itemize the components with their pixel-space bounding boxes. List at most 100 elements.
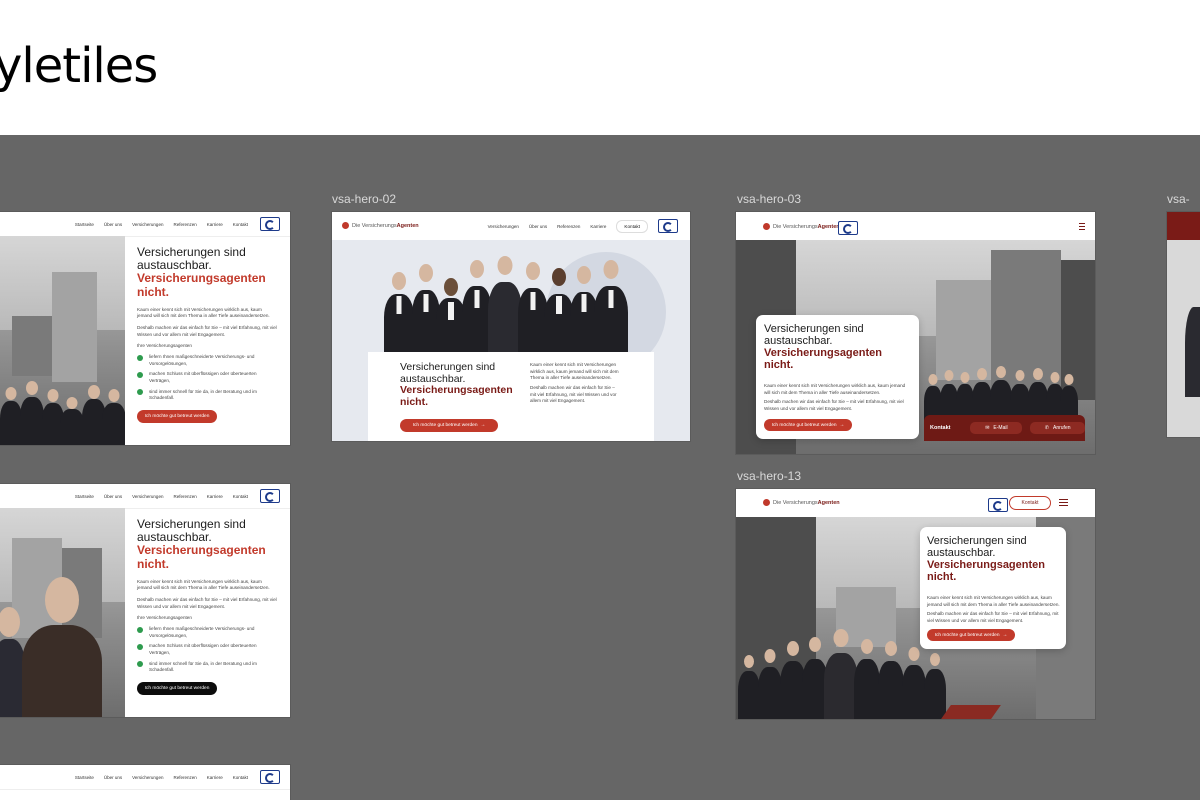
nav-startseite[interactable]: Startseite xyxy=(75,222,94,227)
nav-karriere[interactable]: Karriere xyxy=(207,222,223,227)
brand-logo[interactable]: Die Versicherungs Agenten xyxy=(342,222,419,229)
frame-vsa-hero-13[interactable]: Die Versicherungs Agenten Kontakt Versic… xyxy=(736,489,1095,719)
hero-accent: nicht. xyxy=(400,395,428,408)
top-nav xyxy=(1167,212,1200,240)
mail-icon: ✉ xyxy=(985,425,990,431)
hero-photo xyxy=(0,236,125,445)
person xyxy=(20,381,44,445)
email-button[interactable]: ✉ E-Mail xyxy=(970,422,1023,434)
hero-copy: Versicherungen sind austauschbar. Versic… xyxy=(137,245,277,423)
person xyxy=(102,389,125,445)
nav-versicherungen[interactable]: Versicherungen xyxy=(132,775,163,780)
cta-button[interactable]: Ich möchte gut betreut werden → xyxy=(764,419,852,431)
menu-icon[interactable] xyxy=(1059,499,1068,506)
person xyxy=(488,256,522,352)
contact-bar: Kontakt ✉ E-Mail ✆ Anrufen xyxy=(924,415,1085,441)
hero-body: Deshalb machen wir das einfach für Sie –… xyxy=(137,597,277,609)
list-item: sind immer schnell für Sie da, in der Be… xyxy=(137,389,277,402)
hero-body: Kaum einer kennt sich mit Versicherungen… xyxy=(764,383,906,395)
frame-label[interactable]: vsa-hero-02 xyxy=(332,192,396,206)
hero-accent: nicht. xyxy=(137,556,169,571)
cta-button[interactable]: Ich möchte gut betreut werden → xyxy=(400,419,498,432)
hero-accent: Versicherungsagenten xyxy=(400,384,513,397)
check-icon xyxy=(137,354,143,361)
nav-karriere[interactable]: Karriere xyxy=(207,775,223,780)
hero-accent: nicht. xyxy=(764,359,794,372)
nav-kontakt[interactable]: Kontakt xyxy=(233,775,248,780)
hero-body: Deshalb machen wir das einfach für Sie –… xyxy=(764,399,904,411)
nav-kontakt[interactable]: Kontakt xyxy=(233,494,248,499)
page-title: yletiles xyxy=(0,38,158,94)
top-nav: Startseite Über uns Versicherungen Refer… xyxy=(0,765,290,790)
check-icon xyxy=(137,371,143,378)
frame-vsa-hero-02[interactable]: Die Versicherungs Agenten Versicherungen … xyxy=(332,212,690,441)
hero-title: Versicherungen sind xyxy=(927,535,1027,547)
logo-icon xyxy=(763,499,770,506)
frame-vsa-hero-partial[interactable] xyxy=(1167,212,1200,437)
hero-card: Versicherungen sind austauschbar. Versic… xyxy=(920,527,1066,649)
person xyxy=(824,629,858,719)
nav-versicherungen[interactable]: Versicherungen xyxy=(132,222,163,227)
nav-ueber-uns[interactable]: Über uns xyxy=(104,222,122,227)
design-canvas[interactable]: Startseite Über uns Versicherungen Refer… xyxy=(0,135,1200,800)
kontakt-button[interactable]: Kontakt xyxy=(1009,496,1051,510)
nav-karriere[interactable]: Karriere xyxy=(590,224,606,229)
hero-accent: Versicherungsagenten xyxy=(764,347,882,360)
frame-hero-b[interactable]: Startseite Über uns Versicherungen Refer… xyxy=(0,484,290,717)
list-item: sind immer schnell für Sie da, in der Be… xyxy=(137,661,277,674)
list-item: machen Schluss mit überflüssigen oder üb… xyxy=(137,371,277,384)
hero-body: Deshalb machen wir das einfach für Sie –… xyxy=(927,611,1059,623)
hero-card: Versicherungen sind austauschbar. Versic… xyxy=(368,352,654,441)
hero-title: austauschbar. xyxy=(764,335,833,348)
nav-versicherungen[interactable]: Versicherungen xyxy=(488,224,519,229)
frame-vsa-hero-03[interactable]: Die Versicherungs Agenten Versicherungen… xyxy=(736,212,1095,454)
logo-icon[interactable] xyxy=(260,489,280,503)
nav-referenzen[interactable]: Referenzen xyxy=(557,224,580,229)
frame-hero-c[interactable]: Startseite Über uns Versicherungen Refer… xyxy=(0,765,290,800)
top-nav: Startseite Über uns Versicherungen Refer… xyxy=(0,484,290,509)
nav-ueber-uns[interactable]: Über uns xyxy=(529,224,547,229)
logo-icon[interactable] xyxy=(260,770,280,784)
person xyxy=(60,397,84,445)
nav-ueber-uns[interactable]: Über uns xyxy=(104,494,122,499)
hero-title: Versicherungen sind xyxy=(400,361,496,373)
nav-karriere[interactable]: Karriere xyxy=(207,494,223,499)
cta-button[interactable]: Ich möchte gut betreut werden xyxy=(137,681,217,695)
cta-button[interactable]: Ich möchte gut betreut werden → xyxy=(927,629,1015,641)
arrow-right-icon: → xyxy=(839,422,845,428)
nav-startseite[interactable]: Startseite xyxy=(75,494,94,499)
frame-label[interactable]: vsa- xyxy=(1167,192,1190,206)
brand-logo[interactable]: Die Versicherungs Agenten xyxy=(763,499,840,506)
phone-icon: ✆ xyxy=(1044,425,1049,431)
frame-hero-a[interactable]: Startseite Über uns Versicherungen Refer… xyxy=(0,212,290,445)
frame-label[interactable]: vsa-hero-03 xyxy=(737,192,801,206)
nav-ueber-uns[interactable]: Über uns xyxy=(104,775,122,780)
call-button[interactable]: ✆ Anrufen xyxy=(1030,422,1085,434)
contact-bar-label: Kontakt xyxy=(930,425,951,431)
hero-accent: Versicherungsagenten xyxy=(927,559,1045,572)
logo-icon[interactable] xyxy=(838,221,858,235)
list-item: liefern Ihnen maßgeschneiderte Versicher… xyxy=(137,626,277,639)
person xyxy=(902,647,926,719)
logo-icon[interactable] xyxy=(658,219,678,233)
frame-label[interactable]: vsa-hero-13 xyxy=(737,469,801,483)
cta-button[interactable]: Ich möchte gut betreut werden xyxy=(137,409,217,423)
menu-icon[interactable] xyxy=(1079,223,1085,230)
nav-kontakt[interactable]: Kontakt xyxy=(233,222,248,227)
top-nav: Die Versicherungs Agenten Versicherungen … xyxy=(332,212,690,240)
nav-referenzen[interactable]: Referenzen xyxy=(173,222,196,227)
hero-photo xyxy=(0,508,125,717)
person xyxy=(924,653,946,719)
arrow-right-icon: → xyxy=(1002,632,1008,638)
check-icon xyxy=(137,626,143,633)
nav-referenzen[interactable]: Referenzen xyxy=(173,775,196,780)
nav-startseite[interactable]: Startseite xyxy=(75,775,94,780)
kontakt-button[interactable]: Kontakt xyxy=(616,219,648,233)
person xyxy=(758,649,782,719)
brand-logo[interactable]: Die Versicherungs Agenten xyxy=(763,223,840,230)
logo-icon[interactable] xyxy=(260,217,280,231)
nav-referenzen[interactable]: Referenzen xyxy=(173,494,196,499)
nav-versicherungen[interactable]: Versicherungen xyxy=(132,494,163,499)
logo-icon[interactable] xyxy=(988,498,1008,512)
person xyxy=(0,387,22,445)
